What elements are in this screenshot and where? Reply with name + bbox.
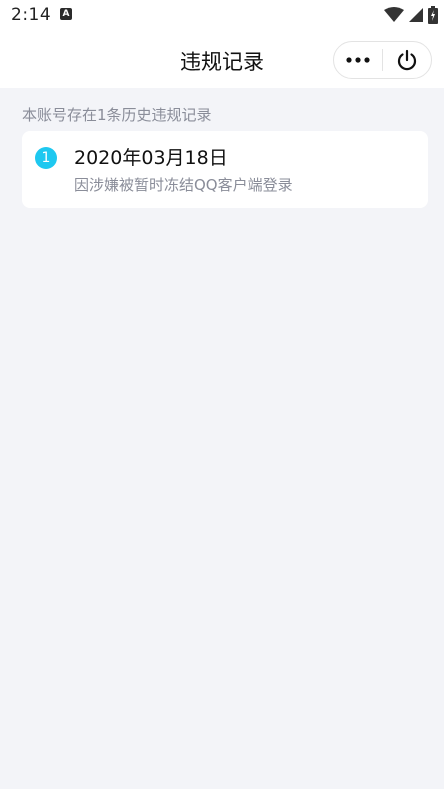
battery-icon (428, 6, 438, 24)
power-icon (397, 49, 417, 71)
record-description: 因涉嫌被暂时冻结QQ客户端登录 (74, 176, 293, 194)
more-button[interactable] (334, 42, 382, 78)
status-icons (384, 6, 438, 24)
mini-program-capsule (333, 41, 432, 79)
violation-notice: 本账号存在1条历史违规记录 (22, 106, 212, 124)
record-date: 2020年03月18日 (74, 147, 228, 169)
record-index-badge: 1 (35, 147, 57, 169)
more-dots-icon (346, 57, 370, 63)
app-notification-icon: A (60, 8, 72, 20)
violation-record-card[interactable]: 1 2020年03月18日 因涉嫌被暂时冻结QQ客户端登录 (22, 131, 428, 208)
app-screen: 2:14 A 违规记录 本账号存在1条历史违规记录 1 2020年03月18日 … (0, 0, 444, 789)
signal-icon (409, 8, 423, 22)
close-button[interactable] (383, 42, 431, 78)
nav-bar: 违规记录 (0, 32, 444, 88)
wifi-icon (384, 7, 404, 22)
status-time: 2:14 (11, 5, 52, 25)
status-bar: 2:14 A (0, 0, 444, 32)
